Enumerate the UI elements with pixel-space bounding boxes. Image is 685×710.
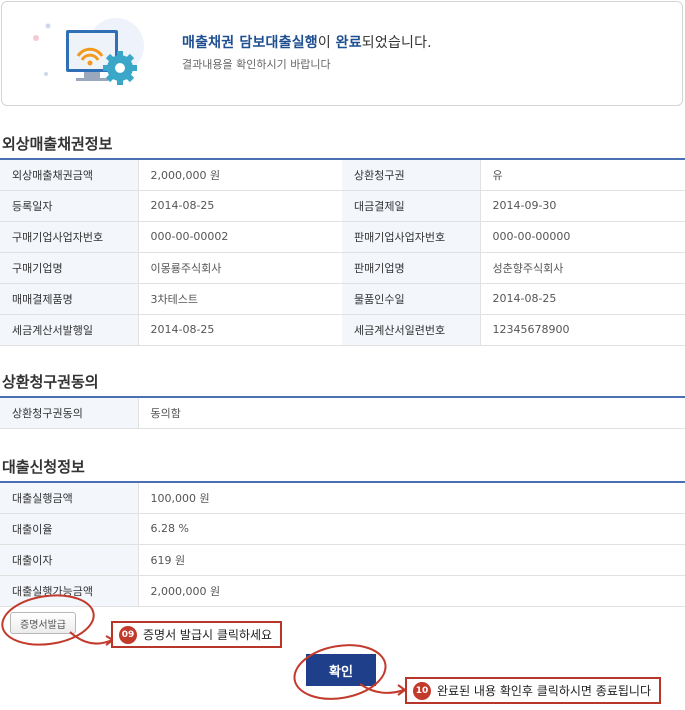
field-label: 구매기업명 <box>0 252 139 284</box>
field-value: 000-00-00000 <box>480 221 685 253</box>
banner-message-text: 이 <box>317 35 336 51</box>
field-label: 구매기업사업자번호 <box>0 221 139 253</box>
section-title-recourse: 상환청구권동의 <box>2 373 99 391</box>
field-label: 대출실행가능금액 <box>0 575 139 607</box>
field-value: 619 원 <box>138 544 685 576</box>
table-row: 구매기업명 이몽룡주식회사 판매기업명 성춘향주식회사 <box>0 252 685 284</box>
table-row: 매매결제품명 3차테스트 물품인수일 2014-08-25 <box>0 283 685 315</box>
callout-number-10: 10 <box>413 681 431 700</box>
field-label: 상환청구권동의 <box>0 397 139 429</box>
loan-table: 대출실행금액 100,000 원 대출이율 6.28 % 대출이자 619 원 대출실행가능… <box>0 481 685 607</box>
field-label: 대금결제일 <box>342 190 481 222</box>
table-row: 구매기업사업자번호 000-00-00002 판매기업사업자번호 000-00-000… <box>0 221 685 253</box>
field-label: 세금계산서일련번호 <box>342 314 481 346</box>
field-value: 000-00-00002 <box>138 221 342 253</box>
banner-message-highlight: 매출채권 담보대출실행 <box>182 35 318 51</box>
field-value: 이몽룡주식회사 <box>138 252 342 284</box>
confirm-button[interactable]: 확인 <box>306 654 376 686</box>
callout-10: 10 완료된 내용 확인후 클릭하시면 종료됩니다 <box>405 677 661 704</box>
callout-09: 09 증명서 발급시 클릭하세요 <box>111 621 283 648</box>
arrow-head-10 <box>397 684 407 696</box>
callout-text-10: 완료된 내용 확인후 클릭하시면 종료됩니다 <box>437 684 651 698</box>
field-value: 3차테스트 <box>138 283 342 315</box>
field-label: 세금계산서발행일 <box>0 314 139 346</box>
monitor-gear-icon <box>33 18 144 85</box>
banner-message-complete: 완료 <box>335 35 362 51</box>
table-row: 대출이율 6.28 % <box>0 513 685 545</box>
table-row: 대출실행금액 100,000 원 <box>0 482 685 514</box>
field-label: 판매기업사업자번호 <box>342 221 481 253</box>
completion-banner: 매출채권 담보대출실행이 완료되었습니다. 결과내용을 확인하시기 바랍니다 <box>1 1 683 106</box>
field-label: 대출이율 <box>0 513 139 545</box>
table-row: 외상매출채권금액 2,000,000 원 상환청구권 유 <box>0 159 685 191</box>
field-value: 2014-08-25 <box>138 190 342 222</box>
field-value: 2014-08-25 <box>138 314 342 346</box>
recourse-table: 상환청구권동의 동의함 <box>0 396 685 429</box>
field-value: 12345678900 <box>480 314 685 346</box>
arrow-line-09 <box>69 631 113 645</box>
table-row: 상환청구권동의 동의함 <box>0 397 685 429</box>
field-value: 2,000,000 원 <box>138 575 685 607</box>
field-value: 6.28 % <box>138 513 685 545</box>
field-label: 대출이자 <box>0 544 139 576</box>
banner-message: 매출채권 담보대출실행이 완료되었습니다. <box>182 32 432 52</box>
field-label: 대출실행금액 <box>0 482 139 514</box>
field-label: 판매기업명 <box>342 252 481 284</box>
table-row: 대출실행가능금액 2,000,000 원 <box>0 575 685 607</box>
section-title-receivables: 외상매출채권정보 <box>2 135 113 153</box>
table-row: 대출이자 619 원 <box>0 544 685 576</box>
field-value: 동의함 <box>138 397 685 429</box>
field-value: 2014-08-25 <box>480 283 685 315</box>
field-value: 2014-09-30 <box>480 190 685 222</box>
table-row: 세금계산서발행일 2014-08-25 세금계산서일련번호 12345678900 <box>0 314 685 346</box>
certificate-issue-button[interactable]: 증명서발급 <box>10 612 76 634</box>
field-value: 성춘향주식회사 <box>480 252 685 284</box>
field-value: 유 <box>480 159 685 191</box>
field-label: 상환청구권 <box>342 159 481 191</box>
field-label: 등록일자 <box>0 190 139 222</box>
field-label: 외상매출채권금액 <box>0 159 139 191</box>
section-title-loan: 대출신청정보 <box>2 458 85 476</box>
field-value: 2,000,000 원 <box>138 159 342 191</box>
callout-number-09: 09 <box>119 625 137 644</box>
field-label: 물품인수일 <box>342 283 481 315</box>
callout-text-09: 증명서 발급시 클릭하세요 <box>143 628 273 642</box>
banner-message-end: 되었습니다. <box>361 35 432 51</box>
field-label: 매매결제품명 <box>0 283 139 315</box>
table-row: 등록일자 2014-08-25 대금결제일 2014-09-30 <box>0 190 685 222</box>
banner-subtext: 결과내용을 확인하시기 바랍니다 <box>182 58 331 71</box>
field-value: 100,000 원 <box>138 482 685 514</box>
receivables-table: 외상매출채권금액 2,000,000 원 상환청구권 유 등록일자 2014-08-25 대… <box>0 158 685 346</box>
